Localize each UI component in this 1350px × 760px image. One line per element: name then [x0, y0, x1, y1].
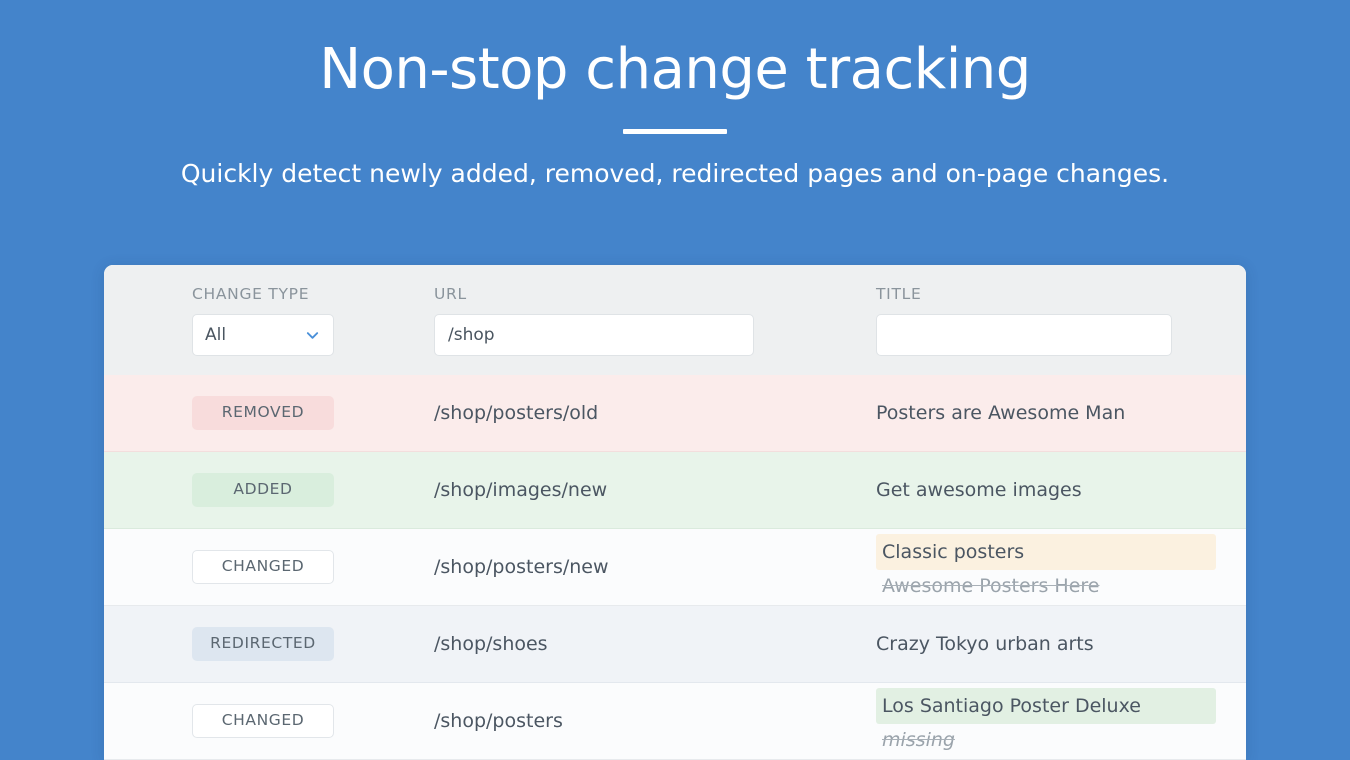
status-badge: REDIRECTED: [192, 627, 334, 661]
table-row[interactable]: REDIRECTED /shop/shoes Crazy Tokyo urban…: [104, 606, 1246, 683]
title-divider: [623, 129, 727, 134]
cell-change-type: CHANGED: [104, 704, 434, 738]
page-subtitle: Quickly detect newly added, removed, red…: [180, 159, 1170, 188]
title-old-value: missing: [882, 728, 955, 751]
table-row[interactable]: CHANGED /shop/posters Los Santiago Poste…: [104, 683, 1246, 760]
hero-section: Non-stop change tracking Quickly detect …: [0, 0, 1350, 190]
cell-title: Classic posters Awesome Posters Here: [846, 533, 1246, 601]
title-new-value: Los Santiago Poster Deluxe: [876, 687, 1216, 724]
title-label: TITLE: [876, 285, 922, 303]
title-value: Posters are Awesome Man: [876, 402, 1126, 424]
change-tracking-card: CHANGE TYPE All URL TITLE: [104, 265, 1246, 760]
chevron-down-icon: [305, 328, 320, 343]
table-row[interactable]: REMOVED /shop/posters/old Posters are Aw…: [104, 375, 1246, 452]
url-input[interactable]: [434, 314, 754, 356]
cell-url: /shop/posters/old: [434, 402, 846, 424]
cell-url: /shop/posters/new: [434, 556, 846, 578]
title-input[interactable]: [876, 314, 1172, 356]
cell-change-type: CHANGED: [104, 550, 434, 584]
status-badge: CHANGED: [192, 704, 334, 738]
url-value: /shop/posters: [434, 710, 563, 732]
cell-change-type: ADDED: [104, 473, 434, 507]
status-badge: REMOVED: [192, 396, 334, 430]
cell-change-type: REDIRECTED: [104, 627, 434, 661]
cell-change-type: REMOVED: [104, 396, 434, 430]
change-type-select[interactable]: All: [192, 314, 334, 356]
url-value: /shop/shoes: [434, 633, 548, 655]
change-tracking-card-wrapper: CHANGE TYPE All URL TITLE: [104, 265, 1246, 760]
cell-title: Crazy Tokyo urban arts: [846, 631, 1246, 657]
filter-change-type: CHANGE TYPE All: [104, 285, 434, 356]
url-value: /shop/images/new: [434, 479, 608, 501]
cell-title: Get awesome images: [846, 477, 1246, 503]
title-new-value: Classic posters: [876, 533, 1216, 570]
cell-title: Los Santiago Poster Deluxe missing: [846, 687, 1246, 755]
filter-title: TITLE: [846, 285, 1246, 356]
title-value: Get awesome images: [876, 479, 1082, 501]
cell-url: /shop/posters: [434, 710, 846, 732]
cell-title: Posters are Awesome Man: [846, 400, 1246, 426]
page-title: Non-stop change tracking: [319, 37, 1031, 102]
cell-url: /shop/shoes: [434, 633, 846, 655]
url-value: /shop/posters/old: [434, 402, 599, 424]
filter-url: URL: [434, 285, 846, 356]
title-value: Crazy Tokyo urban arts: [876, 633, 1094, 655]
title-old-value: Awesome Posters Here: [882, 574, 1100, 597]
status-badge: ADDED: [192, 473, 334, 507]
change-table-body: REMOVED /shop/posters/old Posters are Aw…: [104, 375, 1246, 760]
url-label: URL: [434, 285, 467, 303]
change-type-label: CHANGE TYPE: [192, 285, 310, 303]
filter-bar: CHANGE TYPE All URL TITLE: [104, 265, 1246, 375]
cell-url: /shop/images/new: [434, 479, 846, 501]
table-row[interactable]: CHANGED /shop/posters/new Classic poster…: [104, 529, 1246, 606]
status-badge: CHANGED: [192, 550, 334, 584]
change-type-selected-value: All: [205, 325, 227, 345]
table-row[interactable]: ADDED /shop/images/new Get awesome image…: [104, 452, 1246, 529]
url-value: /shop/posters/new: [434, 556, 609, 578]
